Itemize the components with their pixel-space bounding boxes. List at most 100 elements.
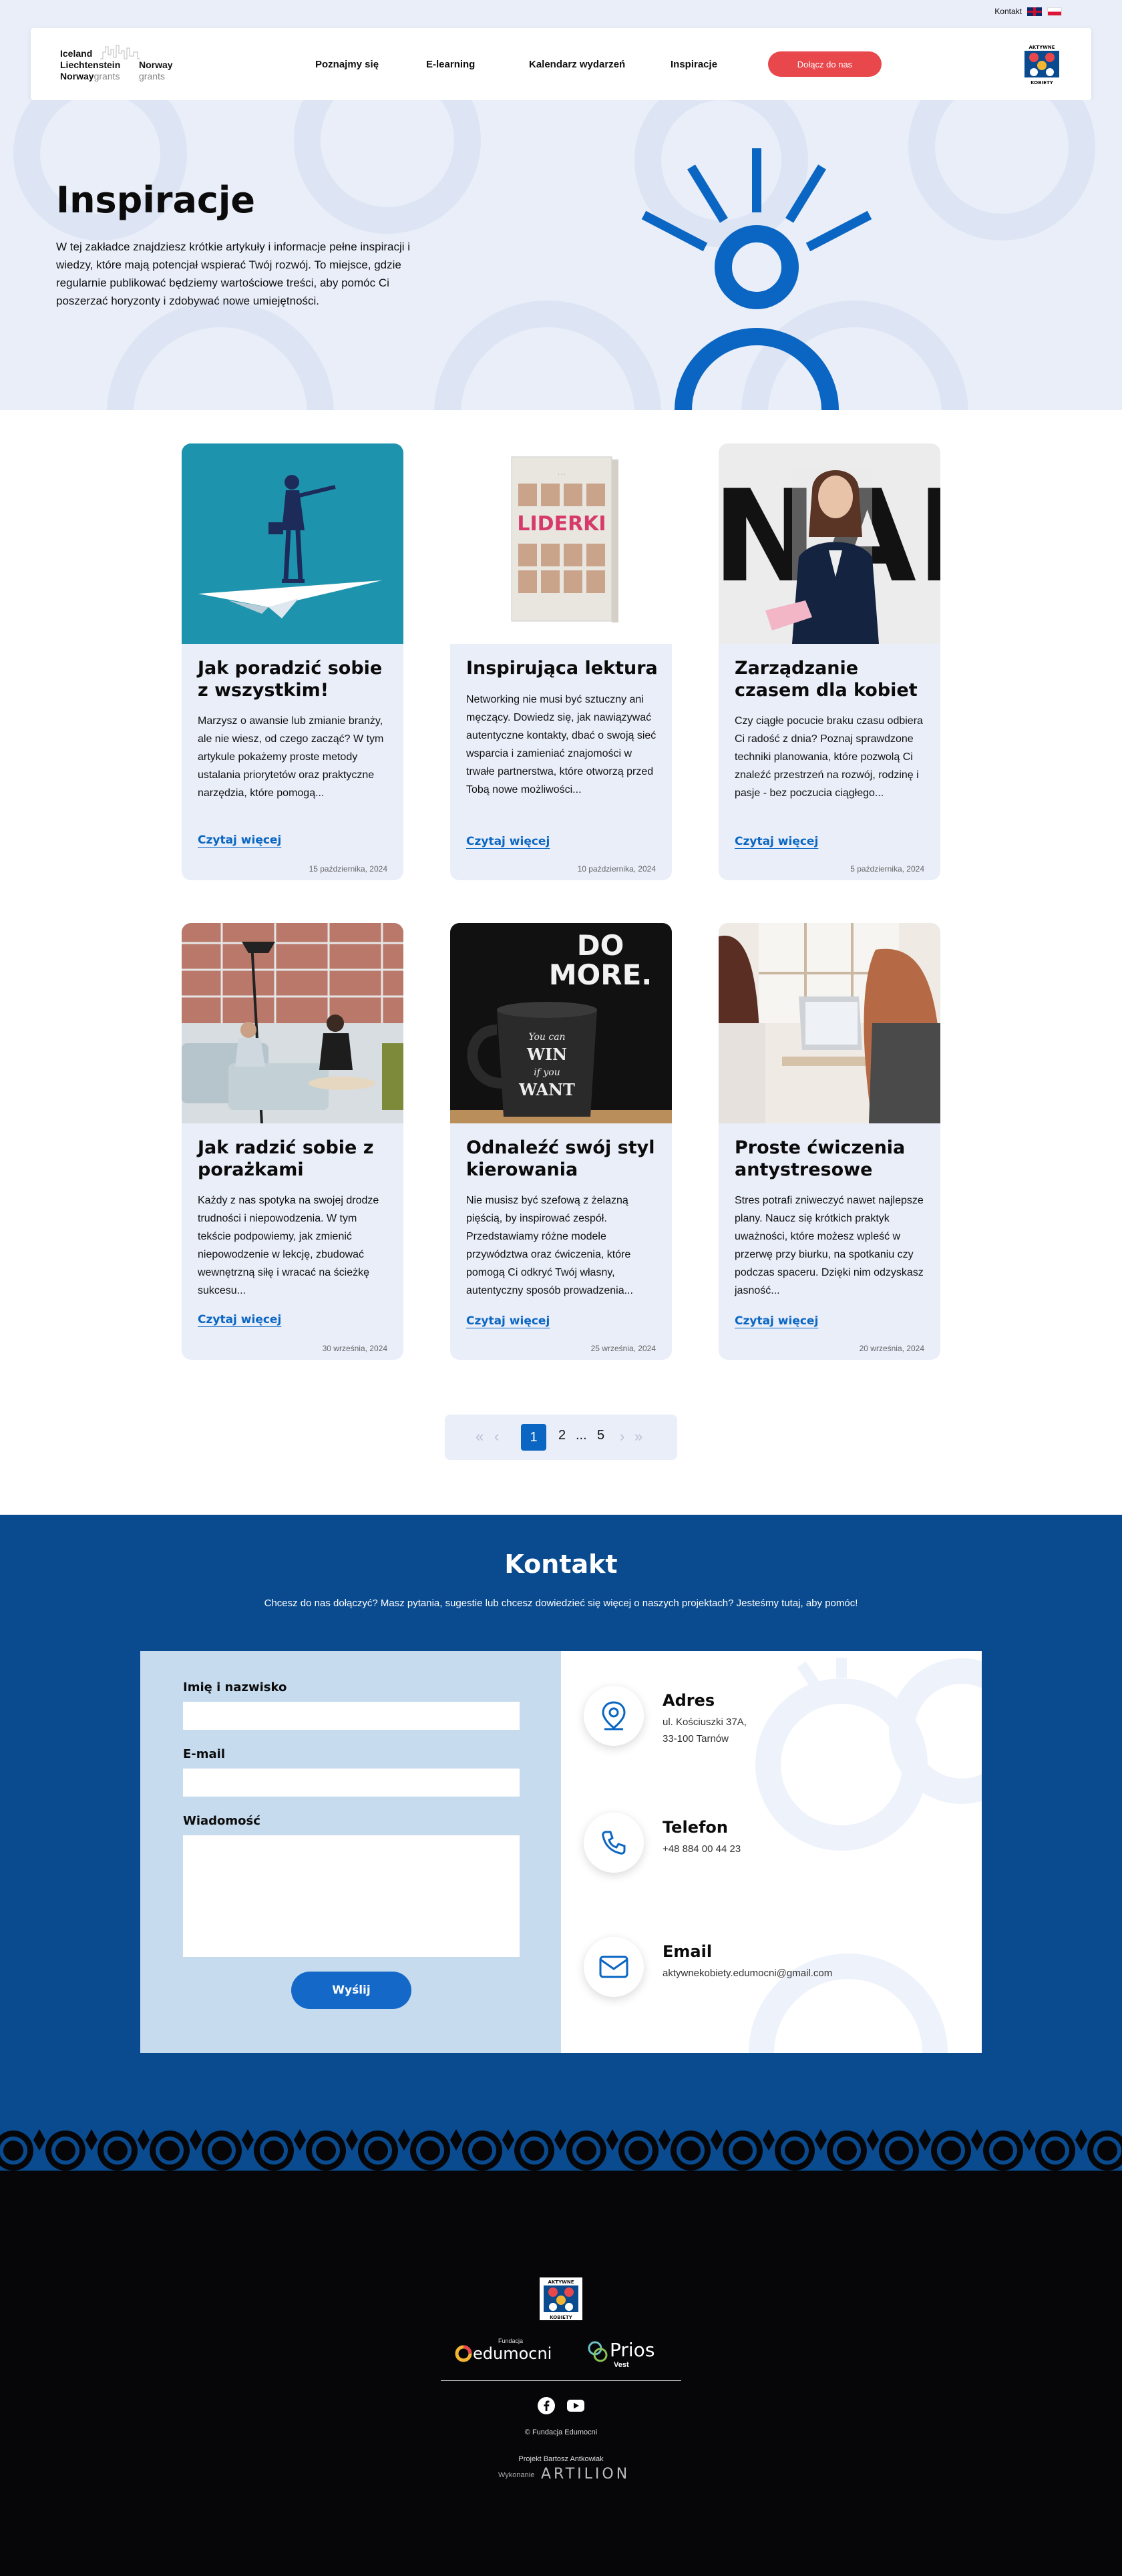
inspiration-figure-icon (641, 148, 872, 410)
edumocni-logo[interactable]: Fundacja edumocni (454, 2335, 568, 2366)
address-text: ul. Kościuszki 37A, 33-100 Tarnów (663, 1716, 747, 1744)
svg-text:if you: if you (534, 1067, 560, 1078)
envelope-icon[interactable] (584, 1937, 644, 1997)
footer-aktywne-kobiety-logo[interactable]: AKTYWNE KOBIETY (540, 2277, 582, 2320)
artilion-logo[interactable]: ARTILION (541, 2466, 630, 2482)
article-card[interactable]: · · · LIDERKI Inspirująca lektura Networ… (450, 443, 672, 880)
address-heading: Adres (663, 1691, 715, 1710)
svg-text:KOBIETY: KOBIETY (1031, 80, 1054, 85)
name-field[interactable] (183, 1702, 520, 1730)
phone-heading: Telefon (663, 1818, 728, 1837)
contact-link[interactable]: Kontakt (994, 7, 1022, 16)
article-title[interactable]: Jak radzić sobie z porażkami (198, 1137, 391, 1181)
footer-wykonanie-label: Wykonanie (498, 2471, 535, 2479)
nav-item-e-learning[interactable]: E-learning (426, 59, 500, 70)
last-page-icon[interactable]: » (634, 1428, 642, 1445)
article-title[interactable]: Odnaleźć swój styl kierowania (466, 1137, 660, 1181)
phone-number[interactable]: +48 884 00 44 23 (663, 1841, 741, 1857)
en-flag-icon[interactable] (1027, 7, 1042, 16)
article-title[interactable]: Jak poradzić sobie z wszystkim! (198, 657, 391, 701)
read-more-link[interactable]: Czytaj więcej (466, 835, 550, 848)
youtube-icon[interactable] (566, 2396, 585, 2415)
svg-text:DO: DO (577, 929, 624, 962)
svg-text:KOBIETY: KOBIETY (550, 2315, 573, 2320)
aktywne-kobiety-logo[interactable]: AKTYWNE KOBIETY (1020, 43, 1063, 85)
article-image (182, 443, 403, 644)
read-more-link[interactable]: Czytaj więcej (198, 834, 281, 847)
footer-divider (441, 2380, 681, 2381)
hero-section: Inspiracje W tej zakładce znajdziesz kró… (0, 100, 1122, 410)
svg-text:AKTYWNE: AKTYWNE (548, 2279, 574, 2285)
article-card[interactable]: NAM Zarządzanie czasem dla kobiet Czy ci… (719, 443, 940, 880)
page-5-button[interactable]: 5 (597, 1428, 604, 1443)
article-card[interactable]: DO MORE. You can WIN if you WANT Odnaleź… (450, 923, 672, 1360)
page-1-button[interactable]: 1 (521, 1424, 546, 1451)
send-button[interactable]: Wyślij (291, 1972, 411, 2009)
email-heading: Email (663, 1942, 713, 1961)
article-title[interactable]: Zarządzanie czasem dla kobiet (735, 657, 928, 701)
article-excerpt: Czy ciągłe pocucie braku czasu odbiera C… (735, 715, 923, 799)
svg-text:· · ·: · · · (558, 472, 566, 477)
prios-vest-logo[interactable]: Prios Vest (584, 2335, 671, 2368)
page-title: Inspiracje (56, 179, 256, 221)
article-excerpt: Każdy z nas spotyka na swojej drodze tru… (198, 1195, 379, 1296)
svg-text:Vest: Vest (614, 2361, 629, 2368)
phone-icon[interactable] (584, 1813, 644, 1873)
svg-text:MORE.: MORE. (549, 958, 652, 991)
article-excerpt: Networking nie musi być sztuczny ani męc… (466, 694, 657, 795)
footer-project-credit: Projekt Bartosz Antkowiak (518, 2455, 604, 2463)
address-item: Adres ul. Kościuszki 37A, 33-100 Tarnów (584, 1686, 958, 1753)
svg-text:AKTYWNE: AKTYWNE (1028, 45, 1055, 50)
email-label: E-mail (183, 1747, 226, 1761)
site-header: Iceland Liechtenstein Norwaygrants Norwa… (31, 28, 1091, 100)
site-footer: AKTYWNE KOBIETY Fundacja edumocni Prios … (0, 2171, 1122, 2576)
nav-item-inspiracje[interactable]: Inspiracje (671, 59, 737, 70)
join-button[interactable]: Dołącz do nas (768, 51, 882, 77)
contact-subtitle: Chcesz do nas dołączyć? Masz pytania, su… (264, 1598, 858, 1609)
article-card[interactable]: Proste ćwiczenia antystresowe Stres potr… (719, 923, 940, 1360)
read-more-link[interactable]: Czytaj więcej (735, 835, 818, 848)
article-title[interactable]: Proste ćwiczenia antystresowe (735, 1137, 928, 1181)
contact-info: Adres ul. Kościuszki 37A, 33-100 Tarnów T… (561, 1651, 982, 2053)
nav-item-kalendarz[interactable]: Kalendarz wydarzeń (529, 59, 642, 70)
svg-text:WIN: WIN (526, 1045, 567, 1064)
page-2-button[interactable]: 2 (558, 1428, 566, 1443)
svg-text:LIDERKI: LIDERKI (517, 512, 606, 536)
nav-item-poznajmy-sie[interactable]: Poznajmy się (315, 59, 395, 70)
article-image: DO MORE. You can WIN if you WANT (450, 923, 672, 1123)
first-page-icon[interactable]: « (476, 1428, 484, 1445)
grants-skyline-icon (100, 45, 140, 59)
article-excerpt: Marzysz o awansie lub zmianie branży, al… (198, 715, 384, 799)
article-card[interactable]: Jak radzić sobie z porażkami Każdy z nas… (182, 923, 403, 1360)
footer-copyright: © Fundacja Edumocni (524, 2428, 598, 2436)
article-card[interactable]: Jak poradzić sobie z wszystkim! Marzysz … (182, 443, 403, 880)
read-more-link[interactable]: Czytaj więcej (198, 1313, 281, 1326)
prev-page-icon[interactable]: ‹ (494, 1428, 499, 1445)
svg-text:Fundacja: Fundacja (498, 2338, 523, 2344)
email-item: Email aktywnekobiety.edumocni@gmail.com (584, 1937, 958, 2004)
article-date: 15 października, 2024 (309, 864, 387, 874)
svg-text:WANT: WANT (518, 1080, 575, 1099)
svg-text:Prios: Prios (610, 2339, 654, 2361)
article-image: · · · LIDERKI (450, 443, 672, 644)
pl-flag-icon[interactable] (1047, 7, 1062, 16)
article-title[interactable]: Inspirująca lektura (466, 657, 660, 679)
article-date: 25 września, 2024 (590, 1344, 656, 1353)
name-label: Imię i nazwisko (183, 1680, 287, 1694)
article-date: 10 października, 2024 (577, 864, 656, 874)
article-image: NAM (719, 443, 940, 644)
next-page-icon[interactable]: › (620, 1428, 624, 1445)
email-address[interactable]: aktywnekobiety.edumocni@gmail.com (663, 1965, 832, 1982)
contact-form: Imię i nazwisko E-mail Wiadomość Wyślij (140, 1651, 561, 2053)
read-more-link[interactable]: Czytaj więcej (735, 1314, 818, 1328)
grants-logo[interactable]: Iceland Liechtenstein Norwaygrants Norwa… (60, 43, 194, 85)
contact-title: Kontakt (504, 1549, 618, 1579)
email-field[interactable] (183, 1769, 520, 1797)
top-bar: Kontakt (994, 7, 1062, 16)
hero-description: W tej zakładce znajdziesz krótkie artyku… (56, 240, 411, 307)
pagination: « ‹ 1 2 ... 5 › » (445, 1415, 677, 1460)
facebook-icon[interactable] (537, 2396, 556, 2415)
article-image (182, 923, 403, 1123)
message-field[interactable] (183, 1835, 520, 1957)
read-more-link[interactable]: Czytaj więcej (466, 1314, 550, 1328)
